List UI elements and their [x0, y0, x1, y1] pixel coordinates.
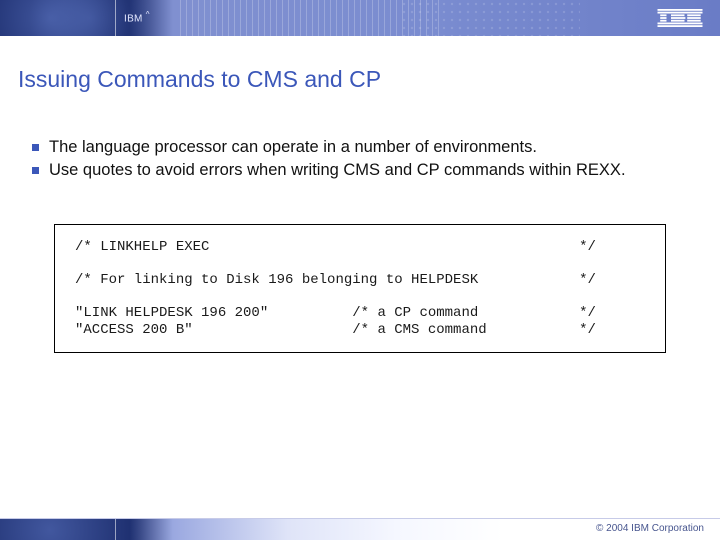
header-brand-text: IBM: [124, 13, 143, 24]
bullet-text: Use quotes to avoid errors when writing …: [49, 160, 626, 181]
slide-title: Issuing Commands to CMS and CP: [18, 66, 720, 93]
copyright-text: © 2004 IBM Corporation: [596, 523, 704, 534]
bullet-list: The language processor can operate in a …: [32, 137, 704, 180]
code-example: /* LINKHELP EXEC */ /* For linking to Di…: [54, 224, 666, 353]
bullet-icon: [32, 144, 39, 151]
header-divider: [115, 0, 116, 36]
list-item: Use quotes to avoid errors when writing …: [32, 160, 704, 181]
ibm-logo-icon: [656, 9, 704, 27]
header-texture: [400, 0, 580, 36]
footer-divider: [115, 519, 116, 540]
bullet-text: The language processor can operate in a …: [49, 137, 537, 158]
list-item: The language processor can operate in a …: [32, 137, 704, 158]
bullet-icon: [32, 167, 39, 174]
header-brand-label: IBM ^: [124, 10, 150, 24]
header-brand-caret: ^: [146, 10, 150, 19]
slide-footer: © 2004 IBM Corporation: [0, 518, 720, 540]
slide-header: IBM ^: [0, 0, 720, 36]
